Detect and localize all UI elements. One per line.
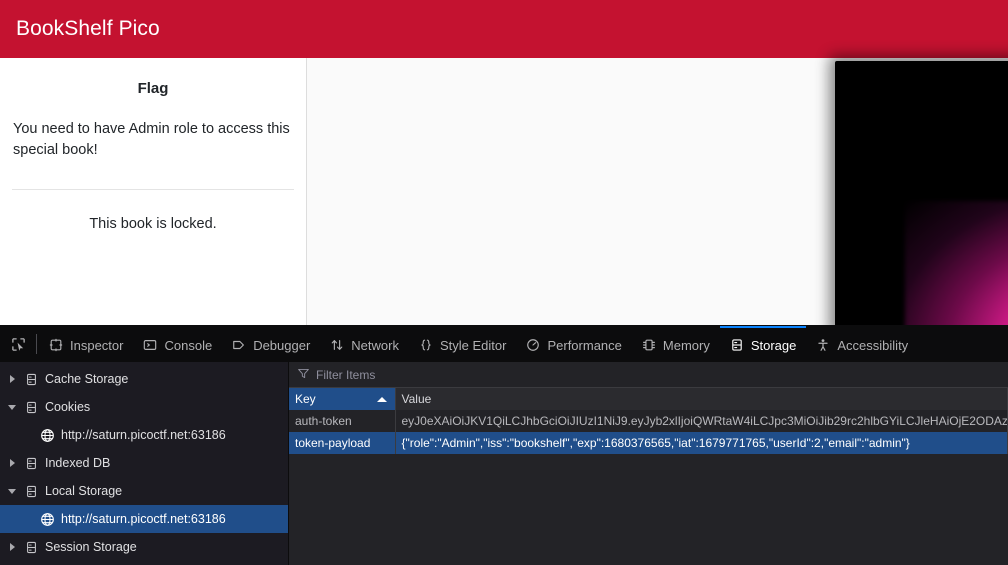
web-page: BookShelf Pico Flag You need to have Adm…: [0, 0, 1008, 325]
tree-item-label: http://saturn.picoctf.net:63186: [61, 512, 226, 526]
filter-bar: [289, 362, 1008, 388]
globe-icon: [36, 428, 58, 443]
tab-debugger-label: Debugger: [253, 337, 311, 353]
tab-inspector[interactable]: Inspector: [39, 326, 133, 362]
tree-item-label: Session Storage: [45, 540, 137, 554]
tree-item-label: Cache Storage: [45, 372, 129, 386]
tree-item-indexed-db[interactable]: Indexed DB: [0, 449, 288, 477]
tab-performance-label: Performance: [547, 337, 622, 353]
column-header-value-label: Value: [401, 392, 432, 406]
tab-accessibility[interactable]: Accessibility: [806, 326, 918, 362]
tree-item-label: Indexed DB: [45, 456, 111, 470]
tree-item-cache-storage[interactable]: Cache Storage: [0, 365, 288, 393]
globe-icon: [36, 512, 58, 527]
card-title: Flag: [137, 80, 169, 97]
devtools-toolbar: Inspector Console Debugger Network Style…: [0, 326, 1008, 362]
tree-item-label: http://saturn.picoctf.net:63186: [61, 428, 226, 442]
tab-debugger[interactable]: Debugger: [222, 326, 320, 362]
storage-type-icon: [20, 373, 42, 386]
tab-inspector-label: Inspector: [70, 337, 124, 353]
storage-table: Key Value auth-token eyJ0eXAiOiJKV1QiLCJ…: [289, 388, 1008, 454]
site-navbar: BookShelf Pico: [0, 0, 1008, 58]
filter-icon: [297, 367, 310, 383]
table-header-row: Key Value: [289, 388, 1008, 410]
debugger-icon: [232, 338, 246, 352]
chevron-down-icon[interactable]: [4, 404, 20, 410]
element-picker-icon[interactable]: [0, 326, 36, 362]
tab-memory-label: Memory: [662, 337, 710, 353]
storage-table-wrapper[interactable]: Key Value auth-token eyJ0eXAiOiJKV1QiLCJ…: [289, 388, 1008, 565]
inspector-icon: [49, 338, 63, 352]
storage-icon: [730, 338, 744, 352]
tree-item-cookies-host[interactable]: http://saturn.picoctf.net:63186: [0, 421, 288, 449]
book-cover-image: [835, 61, 1008, 325]
tab-style-editor[interactable]: Style Editor: [409, 326, 516, 362]
tab-memory[interactable]: Memory: [632, 326, 720, 362]
flag-card: Flag You need to have Admin role to acce…: [0, 58, 307, 325]
accessibility-icon: [816, 338, 830, 352]
console-icon: [143, 338, 157, 352]
sort-ascending-icon: [376, 397, 387, 402]
book-cover-glow: [905, 201, 1008, 325]
card-message: You need to have Admin role to access th…: [13, 121, 290, 159]
memory-icon: [642, 338, 656, 352]
card-locked-text: This book is locked.: [89, 216, 217, 233]
filter-input[interactable]: [316, 367, 576, 382]
column-header-value[interactable]: Value: [395, 388, 1008, 410]
storage-type-icon: [20, 541, 42, 554]
tab-network[interactable]: Network: [320, 326, 409, 362]
chevron-right-icon[interactable]: [4, 375, 20, 383]
chevron-down-icon[interactable]: [4, 488, 20, 494]
tab-accessibility-label: Accessibility: [837, 337, 909, 353]
tab-console-label: Console: [164, 337, 213, 353]
table-row[interactable]: auth-token eyJ0eXAiOiJKV1QiLCJhbGciOiJIU…: [289, 410, 1008, 432]
tree-item-cookies[interactable]: Cookies: [0, 393, 288, 421]
tab-performance[interactable]: Performance: [516, 326, 631, 362]
tree-item-local-storage-host[interactable]: http://saturn.picoctf.net:63186: [0, 505, 288, 533]
toolbar-separator: [36, 334, 37, 354]
devtools-panel: Inspector Console Debugger Network Style…: [0, 325, 1008, 565]
tree-item-session-storage[interactable]: Session Storage: [0, 533, 288, 561]
tab-storage[interactable]: Storage: [719, 326, 807, 362]
performance-icon: [526, 338, 540, 352]
column-header-key-label: Key: [295, 392, 316, 406]
chevron-right-icon[interactable]: [4, 543, 20, 551]
storage-type-icon: [20, 401, 42, 414]
card-divider: [12, 189, 294, 191]
tree-item-local-storage[interactable]: Local Storage: [0, 477, 288, 505]
table-row[interactable]: token-payload {"role":"Admin","iss":"boo…: [289, 432, 1008, 454]
cell-key: token-payload: [289, 432, 396, 454]
column-header-key[interactable]: Key: [289, 388, 396, 410]
site-brand[interactable]: BookShelf Pico: [16, 17, 160, 41]
table-body: auth-token eyJ0eXAiOiJKV1QiLCJhbGciOiJIU…: [289, 410, 1008, 454]
tree-item-label: Local Storage: [45, 484, 123, 498]
storage-type-icon: [20, 457, 42, 470]
style-editor-icon: [419, 338, 433, 352]
cell-value: {"role":"Admin","iss":"bookshelf","exp":…: [395, 432, 1008, 454]
cell-value: eyJ0eXAiOiJKV1QiLCJhbGciOiJIUzI1NiJ9.eyJ…: [395, 410, 1008, 432]
storage-items-panel: Key Value auth-token eyJ: [289, 362, 1008, 565]
tab-network-label: Network: [351, 337, 399, 353]
storage-tree: Cache Storage Cookies http://saturn.pico…: [0, 362, 289, 565]
table-head: Key Value: [289, 388, 1008, 410]
page-right-column: [307, 58, 1008, 325]
app-root: BookShelf Pico Flag You need to have Adm…: [0, 0, 1008, 565]
tab-storage-label: Storage: [750, 337, 797, 353]
storage-type-icon: [20, 485, 42, 498]
tree-item-label: Cookies: [45, 400, 91, 414]
cell-key: auth-token: [289, 410, 396, 432]
page-body: Flag You need to have Admin role to acce…: [0, 58, 1008, 325]
storage-panel: Cache Storage Cookies http://saturn.pico…: [0, 362, 1008, 565]
network-icon: [330, 338, 344, 352]
tab-console[interactable]: Console: [133, 326, 222, 362]
chevron-right-icon[interactable]: [4, 459, 20, 467]
tab-style-editor-label: Style Editor: [439, 337, 507, 353]
